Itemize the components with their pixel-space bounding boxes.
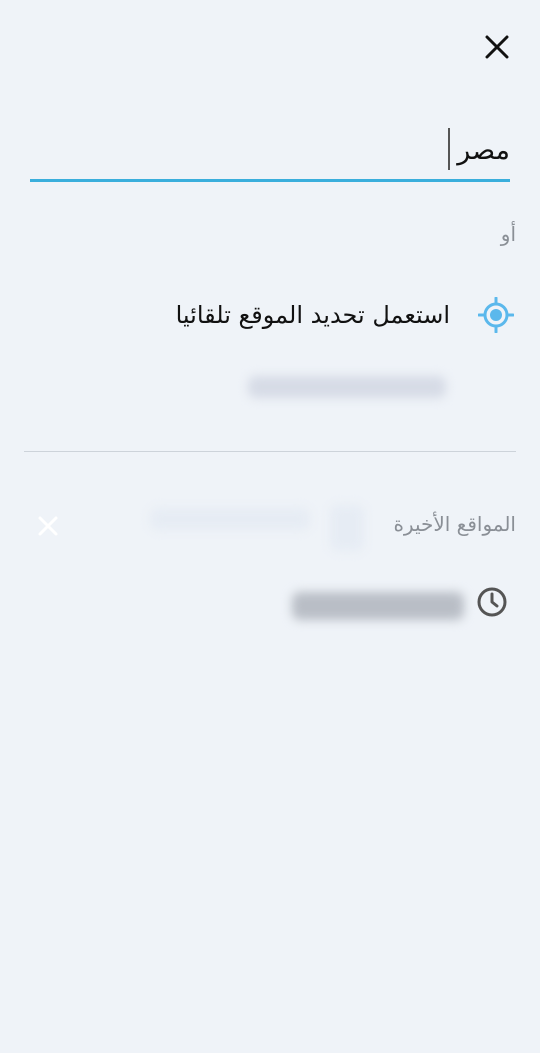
close-button[interactable] [478, 28, 516, 66]
redacted-current-location [248, 376, 446, 398]
close-icon [38, 516, 58, 536]
recent-location-item[interactable] [280, 580, 516, 626]
redacted-recent-location-text [292, 592, 464, 620]
auto-location-label: استعمل تحديد الموقع تلقائيا [175, 301, 450, 329]
clock-icon [477, 587, 507, 617]
clear-recent-button[interactable] [30, 508, 66, 544]
gps-target-icon [476, 295, 516, 335]
redacted-header-overlay [150, 508, 310, 530]
use-auto-location-button[interactable]: استعمل تحديد الموقع تلقائيا [120, 290, 520, 340]
section-divider [24, 451, 516, 452]
location-search-input[interactable] [30, 126, 510, 174]
close-icon [485, 35, 509, 59]
recent-locations-header: المواقع الأخيرة [393, 512, 516, 536]
search-field-container [30, 120, 510, 182]
text-cursor [448, 128, 450, 170]
or-label: أو [500, 222, 516, 246]
redacted-header-overlay-2 [330, 505, 364, 551]
